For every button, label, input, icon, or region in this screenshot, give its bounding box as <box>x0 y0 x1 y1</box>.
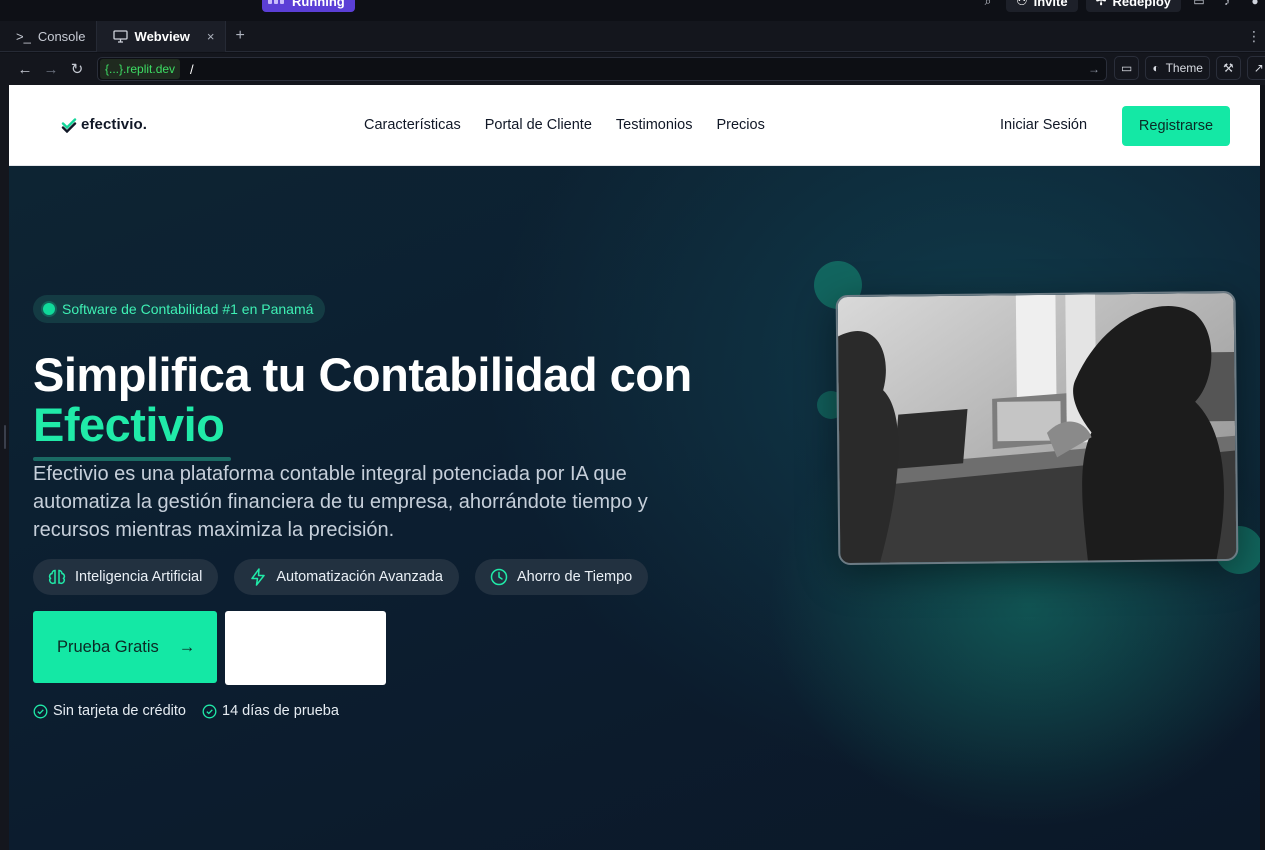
hero-headline: Simplifica tu Contabilidad con <box>33 348 692 401</box>
login-link[interactable]: Iniciar Sesión <box>1000 117 1087 133</box>
more-options-icon[interactable]: ⋮ <box>1247 28 1261 45</box>
deploy-icon: ✢ <box>1095 0 1107 8</box>
add-tab-button[interactable]: + <box>236 27 245 45</box>
webview-url-bar: ← → ↻ {...}.replit.dev / → ▭ ◐ Theme ⚒ ↗ <box>0 53 1265 85</box>
check-no-card: Sin tarjeta de crédito <box>33 703 186 719</box>
brain-icon <box>48 569 66 584</box>
arrow-right-icon: → <box>178 637 196 656</box>
hero-badge: Software de Contabilidad #1 en Panamá <box>33 295 326 323</box>
chip-ahorro: Ahorro de Tiempo <box>474 559 649 595</box>
clock-icon <box>490 568 508 586</box>
free-trial-button[interactable]: Prueba Gratis → <box>33 611 217 683</box>
redeploy-button[interactable]: ✢ Redeploy <box>1085 0 1181 12</box>
hero-office-photo <box>835 290 1239 566</box>
nav-precios[interactable]: Precios <box>716 117 764 133</box>
replit-logo-icon <box>268 0 284 6</box>
reload-icon[interactable]: ↻ <box>64 56 90 82</box>
back-arrow-icon[interactable]: ← <box>12 56 38 82</box>
palette-icon: ◐ <box>1152 61 1160 75</box>
avatar[interactable]: ● <box>1245 0 1265 11</box>
feature-chips: Inteligencia Artificial Automatización A… <box>33 559 649 595</box>
hero-headline-accent: Efectivio <box>33 398 225 451</box>
hero-subtitle: Efectivio es una plataforma contable int… <box>33 463 648 541</box>
chip-ia: Inteligencia Artificial <box>33 559 219 595</box>
main-nav: Características Portal de Cliente Testim… <box>364 117 765 133</box>
invite-button[interactable]: ⚇ Invite <box>1005 0 1078 12</box>
external-link-icon[interactable]: ↗ <box>1246 56 1265 80</box>
efectivio-logo-icon <box>61 117 77 133</box>
signup-button[interactable]: Registrarse <box>1122 106 1230 146</box>
terminal-icon: >_ <box>16 28 31 44</box>
brand-logo[interactable]: efectivio. <box>61 116 147 133</box>
url-path: / <box>190 61 194 77</box>
lightning-icon <box>251 568 266 586</box>
ide-top-actions: ⌕ ⚇ Invite ✢ Redeploy ▭ ♪ ● <box>978 0 1265 12</box>
chip-automatizacion: Automatización Avanzada <box>234 559 459 595</box>
close-tab-icon[interactable]: × <box>207 29 215 44</box>
hero-section: Software de Contabilidad #1 en Panamá Si… <box>9 166 1260 850</box>
site-header: efectivio. Características Portal de Cli… <box>9 85 1260 166</box>
secondary-cta-button[interactable] <box>225 611 386 685</box>
nav-caracteristicas[interactable]: Características <box>364 117 461 133</box>
window-icon[interactable]: ▭ <box>1189 0 1209 11</box>
webview-tools: ▭ ◐ Theme ⚒ ↗ <box>1114 56 1265 80</box>
search-icon[interactable]: ⌕ <box>978 0 998 11</box>
status-dot-icon <box>43 303 55 315</box>
nav-testimonios[interactable]: Testimonios <box>616 117 693 133</box>
forward-arrow-icon[interactable]: → <box>38 56 64 82</box>
bell-icon[interactable]: ♪ <box>1217 0 1237 11</box>
check-circle-icon <box>202 704 217 718</box>
run-status-label: Running <box>292 0 345 9</box>
check-circle-icon <box>33 704 48 718</box>
monitor-icon <box>112 29 128 43</box>
office-meeting-image <box>837 292 1237 564</box>
brand-name: efectivio. <box>81 116 148 133</box>
webview-frame: efectivio. Características Portal de Cli… <box>9 85 1260 850</box>
tab-console[interactable]: >_ Console <box>0 21 96 52</box>
device-icon[interactable]: ▭ <box>1114 56 1140 80</box>
users-icon: ⚇ <box>1015 0 1028 8</box>
theme-button[interactable]: ◐ Theme <box>1145 56 1210 80</box>
go-arrow-icon[interactable]: → <box>1088 62 1100 76</box>
check-trial-days: 14 días de prueba <box>202 703 339 719</box>
url-host: {...}.replit.dev <box>100 59 181 79</box>
run-status-badge[interactable]: Running <box>262 0 355 12</box>
tab-webview[interactable]: Webview × <box>95 20 226 52</box>
url-input[interactable]: {...}.replit.dev / → <box>97 57 1107 81</box>
ide-tab-bar: >_ Console Webview × + ⋮ <box>0 20 1265 52</box>
left-gutter <box>0 85 9 850</box>
trial-checks: Sin tarjeta de crédito 14 días de prueba <box>33 703 339 719</box>
nav-portal-cliente[interactable]: Portal de Cliente <box>485 117 592 133</box>
resize-handle[interactable] <box>4 425 6 449</box>
devtools-icon[interactable]: ⚒ <box>1215 56 1241 80</box>
ide-top-strip: Running ⌕ ⚇ Invite ✢ Redeploy ▭ ♪ ● <box>0 0 1265 21</box>
